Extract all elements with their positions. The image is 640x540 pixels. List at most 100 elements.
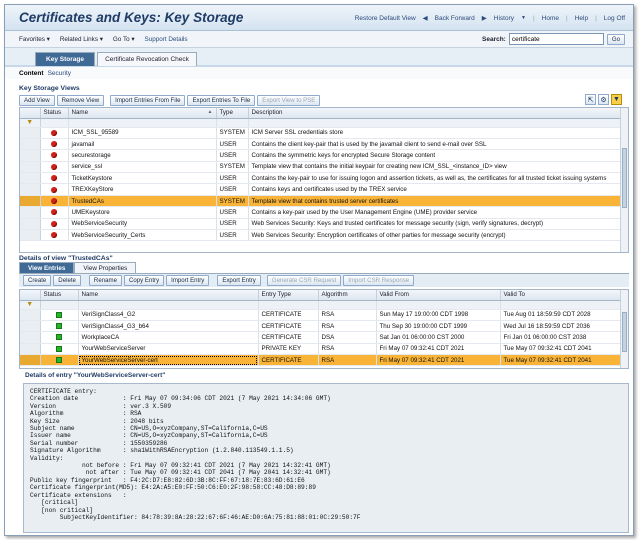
copy-entry-button[interactable]: Copy Entry — [123, 275, 165, 286]
name-cell: TREXKeyStore — [68, 183, 217, 196]
row-selector[interactable] — [20, 320, 41, 333]
settings-icon[interactable]: ⚙ — [598, 94, 609, 105]
table-row[interactable]: YourWebServiceServer PRIVATE KEY RSA Fri Ma… — [20, 343, 623, 356]
favorites-menu[interactable]: Favorites ▾ — [19, 36, 50, 43]
export-entry-button[interactable]: Export Entry — [217, 275, 261, 286]
filter-cell[interactable] — [216, 118, 249, 128]
back-forward-link[interactable]: Back Forward — [435, 15, 475, 22]
status-cell — [40, 331, 79, 344]
tab-view-entries[interactable]: View Entries — [19, 262, 75, 273]
row-selector[interactable] — [20, 206, 41, 219]
filter-cell[interactable] — [68, 118, 217, 128]
select-all-header[interactable] — [20, 290, 41, 301]
breadcrumb-security-link[interactable]: Security — [48, 70, 71, 77]
search-input[interactable] — [508, 33, 604, 45]
row-selector[interactable] — [20, 343, 41, 356]
filter-cell[interactable] — [248, 118, 623, 128]
export-view-to-pse-button[interactable]: Export View to PSE — [257, 95, 321, 106]
chevron-down-icon[interactable]: ▼ — [521, 15, 526, 21]
row-selector[interactable] — [20, 218, 41, 231]
column-header-name[interactable]: Name — [78, 290, 259, 301]
table-row[interactable]: VeriSignClass4_G3_b64 CERTIFICATE RSA Thu S… — [20, 320, 623, 333]
table-row[interactable]: VeriSignClass4_G2 CERTIFICATE RSA Sun May 1… — [20, 309, 623, 321]
row-selector[interactable] — [20, 161, 41, 174]
description-cell: Template view that contains the initial … — [248, 161, 623, 174]
tab-key-storage[interactable]: Key Storage — [35, 52, 95, 66]
generate-csr-request-button[interactable]: Generate CSR Request — [266, 275, 342, 286]
filter-cell[interactable] — [318, 300, 377, 310]
table-row[interactable]: ICM_SSL_95589 SYSTEM ICM Server SSL creden… — [20, 127, 623, 139]
breadcrumb: Content Security — [5, 67, 633, 79]
back-icon[interactable]: ◀ — [423, 14, 428, 22]
filter-row-icon[interactable]: ▼ — [20, 300, 41, 310]
remove-view-button[interactable]: Remove View — [56, 95, 105, 106]
views-scrollbar[interactable] — [620, 108, 628, 252]
log-off-link[interactable]: Log Off — [604, 15, 625, 22]
history-link[interactable]: History — [494, 15, 514, 22]
export-icon[interactable]: ⇱ — [585, 94, 596, 105]
scrollbar-thumb[interactable] — [622, 312, 627, 352]
delete-button[interactable]: Delete — [53, 275, 81, 286]
import-csr-response-button[interactable]: Import CSR Response — [343, 275, 415, 286]
go-to-menu[interactable]: Go To ▾ — [113, 36, 135, 43]
row-selector[interactable] — [20, 183, 41, 196]
column-header-valid-from[interactable]: Valid From — [376, 290, 501, 301]
valid-to-cell: Wed Jul 16 18:59:59 CDT 2036 — [500, 320, 623, 333]
table-row[interactable]: TREXKeyStore USER Contains keys and certif… — [20, 183, 623, 196]
filter-row-icon[interactable]: ▼ — [20, 118, 41, 128]
column-header-status[interactable]: Status — [40, 108, 69, 119]
entries-scrollbar[interactable] — [620, 290, 628, 368]
select-all-header[interactable] — [20, 108, 41, 119]
help-link[interactable]: Help — [575, 15, 588, 22]
column-header-algorithm[interactable]: Algorithm — [318, 290, 377, 301]
export-entries-button[interactable]: Export Entries To File — [187, 95, 256, 106]
table-row[interactable]: WebServiceSecurity USER Web Services Secur… — [20, 218, 623, 231]
row-selector[interactable] — [20, 195, 41, 208]
column-header-description[interactable]: Description — [248, 108, 623, 119]
home-link[interactable]: Home — [542, 15, 559, 22]
table-row[interactable]: YourWebServiceServer-cert CERTIFICATE RSA F… — [20, 354, 623, 367]
column-header-type[interactable]: Type — [216, 108, 249, 119]
filter-cell[interactable] — [500, 300, 623, 310]
tab-certificate-revocation-check[interactable]: Certificate Revocation Check — [97, 52, 197, 66]
filter-cell[interactable] — [376, 300, 501, 310]
filter-cell[interactable] — [78, 300, 259, 310]
table-row[interactable]: securestorage USER Contains the symmetric … — [20, 149, 623, 162]
restore-default-view-link[interactable]: Restore Default View — [355, 15, 416, 22]
table-row[interactable]: TicketKeystore USER Contains the key-pair … — [20, 172, 623, 185]
table-row[interactable]: UMEKeystore USER Contains a key-pair used … — [20, 206, 623, 219]
go-button[interactable]: Go — [606, 33, 625, 45]
table-row[interactable]: javamail USER Contains the client key-pair… — [20, 138, 623, 151]
filter-icon[interactable]: ▼ — [611, 94, 622, 105]
row-selector[interactable] — [20, 309, 41, 321]
table-row[interactable]: WebServiceSecurity_Certs USER Web Services… — [20, 229, 623, 242]
import-entries-button[interactable]: Import Entries From File — [110, 95, 186, 106]
row-selector[interactable] — [20, 138, 41, 151]
add-view-button[interactable]: Add View — [19, 95, 55, 106]
filter-cell[interactable] — [40, 300, 79, 310]
tab-view-properties[interactable]: View Properties — [74, 262, 137, 273]
table-row[interactable]: WorkplaceCA CERTIFICATE DSA Sat Jan 01 06:0… — [20, 331, 623, 344]
row-selector[interactable] — [20, 229, 41, 242]
row-selector[interactable] — [20, 172, 41, 185]
support-details-link[interactable]: Support Details — [145, 36, 188, 43]
table-row[interactable]: TrustedCAs SYSTEM Template view that conta… — [20, 195, 623, 208]
row-selector[interactable] — [20, 149, 41, 162]
column-header-valid-to[interactable]: Valid To — [500, 290, 623, 301]
row-selector[interactable] — [20, 331, 41, 344]
scrollbar-thumb[interactable] — [622, 148, 627, 208]
column-header-entry-type[interactable]: Entry Type — [258, 290, 319, 301]
rename-button[interactable]: Rename — [88, 275, 122, 286]
forward-icon[interactable]: ▶ — [482, 14, 487, 22]
filter-cell[interactable] — [40, 118, 69, 128]
filter-cell[interactable] — [258, 300, 319, 310]
header-links: Restore Default View ◀ Back Forward ▶ Hi… — [355, 14, 625, 23]
row-selector[interactable] — [20, 354, 41, 367]
table-row[interactable]: service_ssl SYSTEM Template view that cont… — [20, 161, 623, 174]
create-button[interactable]: Create — [23, 275, 52, 286]
row-selector[interactable] — [20, 127, 41, 139]
import-entry-button[interactable]: Import Entry — [166, 275, 210, 286]
column-header-status[interactable]: Status — [40, 290, 79, 301]
column-header-name[interactable]: Name ▲ — [68, 108, 217, 119]
related-links-menu[interactable]: Related Links ▾ — [60, 36, 103, 43]
